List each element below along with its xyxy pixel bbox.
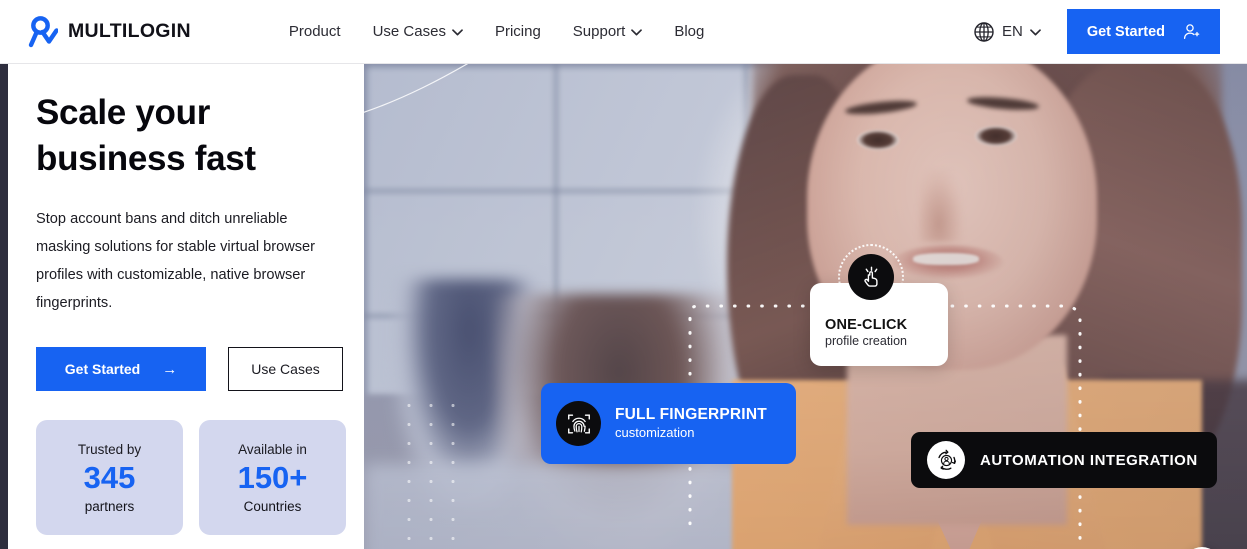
nav-label: Blog [674, 22, 705, 40]
hero-image-panel: ONE-CLICK profile creation FULL FINGERPR… [364, 64, 1247, 549]
get-started-hero-label: Get Started [64, 361, 141, 377]
stat-label-bottom: Countries [243, 498, 302, 514]
stat-value: 345 [83, 459, 136, 495]
use-cases-hero-button[interactable]: Use Cases [228, 347, 343, 391]
get-started-header-button[interactable]: Get Started [1066, 9, 1220, 54]
nav-item-blog[interactable]: Blog [674, 0, 704, 64]
hero-subtitle: Stop account bans and ditch unreliable m… [36, 211, 316, 311]
browser-window-edge [0, 64, 8, 549]
hero-page: MULTILOGIN Product Use Cases Pricing Sup… [0, 0, 1247, 549]
hero-title-line-1: Scale your [36, 93, 211, 132]
feature-card-title: AUTOMATION INTEGRATION [980, 451, 1198, 469]
stat-card-partners: Trusted by 345 partners [36, 420, 183, 535]
feature-card-automation-integration[interactable]: AUTOMATION INTEGRATION [911, 432, 1217, 488]
get-started-hero-button[interactable]: Get Started → [36, 347, 206, 391]
hero-buttons: Get Started → Use Cases [36, 347, 364, 391]
stat-label-top: Trusted by [77, 441, 142, 457]
language-code: EN [1001, 23, 1023, 40]
automation-cycle-icon [927, 441, 965, 479]
brand[interactable]: MULTILOGIN [28, 15, 191, 48]
use-cases-hero-label: Use Cases [251, 361, 320, 377]
arrow-right-icon: → [162, 360, 178, 378]
multilogin-logo-icon [28, 15, 58, 47]
brand-name: MULTILOGIN [68, 20, 191, 42]
feature-card-title: FULL FINGERPRINT [615, 405, 767, 423]
stat-value: 150+ [237, 459, 308, 495]
page-title: Scale your business fast [36, 90, 364, 182]
user-add-icon [1183, 24, 1200, 40]
fingerprint-scan-icon [556, 401, 601, 446]
globe-icon [974, 21, 994, 42]
language-selector[interactable]: EN [973, 21, 1041, 43]
site-header: MULTILOGIN Product Use Cases Pricing Sup… [0, 0, 1247, 64]
stat-label-top: Available in [238, 441, 307, 457]
hero-title-line-2: business fast [36, 139, 256, 178]
hero-left-column: Scale your business fast Stop account ba… [8, 64, 364, 549]
click-hand-icon [848, 254, 894, 300]
stats-row: Trusted by 345 partners Available in 150… [36, 420, 364, 535]
nav-label: Use Cases [372, 22, 446, 40]
nav-item-pricing[interactable]: Pricing [495, 0, 541, 64]
chevron-down-icon [452, 29, 463, 36]
stat-label-bottom: partners [84, 498, 135, 514]
feature-card-subtitle: profile creation [825, 334, 907, 348]
nav-label: Pricing [494, 22, 541, 40]
feature-card-subtitle: customization [615, 424, 695, 440]
nav-label: Support [572, 22, 626, 40]
stat-card-countries: Available in 150+ Countries [199, 420, 346, 535]
nav-item-use-cases[interactable]: Use Cases [373, 0, 463, 64]
nav-item-product[interactable]: Product [289, 0, 341, 64]
header-right: EN Get Started [973, 9, 1220, 54]
get-started-header-label: Get Started [1086, 23, 1165, 40]
chevron-down-icon [1029, 29, 1041, 36]
main-nav: Product Use Cases Pricing Support Blog [289, 0, 705, 64]
chevron-down-icon [631, 29, 643, 36]
feature-card-text: FULL FINGERPRINT customization [615, 406, 767, 442]
feature-card-full-fingerprint[interactable]: FULL FINGERPRINT customization [541, 383, 796, 464]
nav-label: Product [288, 22, 341, 40]
nav-item-support[interactable]: Support [573, 0, 643, 64]
feature-card-title: ONE-CLICK [825, 317, 908, 333]
